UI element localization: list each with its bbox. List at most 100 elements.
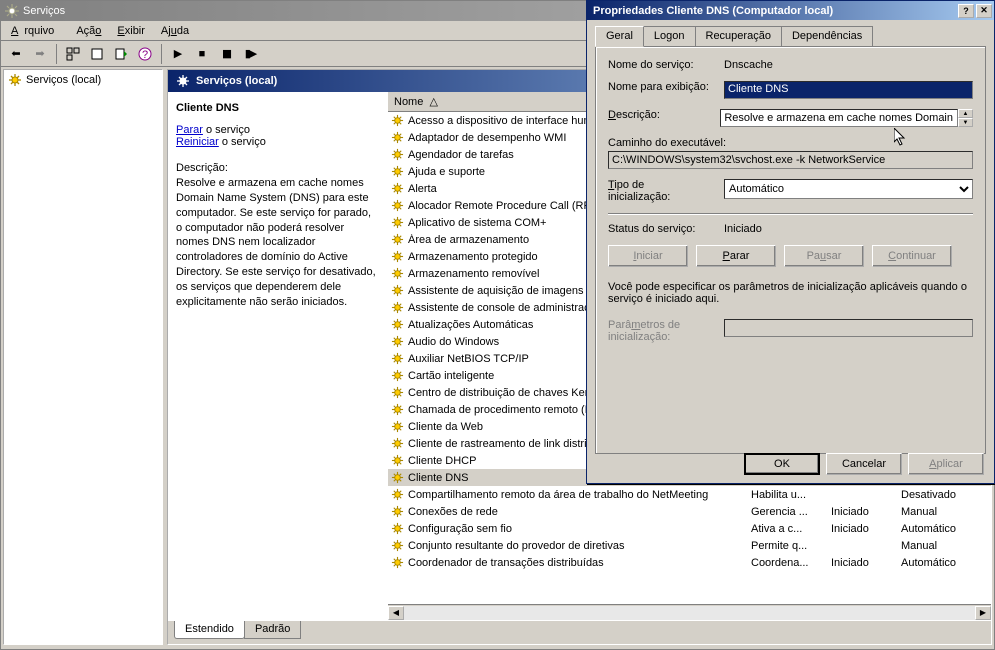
menu-exibir[interactable]: Exibir (111, 23, 151, 39)
properties-button[interactable] (86, 43, 108, 65)
gear-icon (388, 420, 406, 433)
pause-button[interactable]: ▮▮ (215, 43, 237, 65)
help-icon[interactable]: ? (958, 4, 974, 18)
service-row[interactable]: Conjunto resultante do provedor de diret… (388, 537, 991, 554)
content-header-label: Serviços (local) (196, 75, 277, 87)
service-name-cell: Configuração sem fio (406, 523, 751, 535)
dialog-panel: Nome do serviço: Dnscache Nome para exib… (595, 46, 986, 454)
startup-type-select[interactable]: Automático (724, 179, 973, 199)
horizontal-scrollbar[interactable]: ◀ ▶ (388, 604, 991, 620)
gear-icon (388, 505, 406, 518)
gear-icon (388, 471, 406, 484)
gear-icon (388, 216, 406, 229)
menu-acao[interactable]: Ação (70, 23, 107, 39)
tab-dependencias[interactable]: Dependências (781, 26, 873, 46)
service-desc-cell: Gerencia ... (751, 506, 831, 518)
ok-button[interactable]: OK (744, 453, 820, 475)
dialog-titlebar[interactable]: Propriedades Cliente DNS (Computador loc… (587, 1, 994, 20)
description-text: Resolve e armazena em cache nomes Domain… (176, 176, 380, 310)
service-row[interactable]: Coordenador de transações distribuídasCo… (388, 554, 991, 571)
view-tabs: Estendido Padrão (168, 620, 991, 644)
start-params-input (724, 319, 973, 337)
play-button[interactable]: ▶ (167, 43, 189, 65)
service-startup-cell: Automático (901, 557, 991, 569)
label-service-name: Nome do serviço: (608, 59, 718, 71)
startup-note: Você pode especificar os parâmetros de i… (608, 281, 973, 305)
label-start-params: Parâmetros de inicialização: (608, 319, 718, 343)
start-button[interactable]: Iniciar (608, 245, 688, 267)
restart-service-link[interactable]: Reiniciar (176, 136, 219, 148)
services-icon (5, 4, 19, 18)
gear-icon (388, 250, 406, 263)
nav-back-button[interactable]: ⬅ (5, 43, 27, 65)
scroll-right-icon[interactable]: ▶ (975, 606, 991, 620)
gear-icon (388, 539, 406, 552)
tab-extended[interactable]: Estendido (174, 621, 245, 639)
description-spinner[interactable]: ▲▼ (958, 109, 973, 127)
pause-button[interactable]: Pausar (784, 245, 864, 267)
cancel-button[interactable]: Cancelar (826, 453, 902, 475)
service-row[interactable]: Conexões de redeGerencia ...IniciadoManu… (388, 503, 991, 520)
export-button[interactable] (110, 43, 132, 65)
gear-icon (388, 199, 406, 212)
label-startup-type: Tipo deinicialização: (608, 179, 718, 203)
gear-icon (388, 318, 406, 331)
close-icon[interactable]: ✕ (976, 4, 992, 18)
service-desc-cell: Coordena... (751, 557, 831, 569)
value-service-name: Dnscache (724, 59, 973, 71)
display-name-input[interactable]: Cliente DNS (724, 81, 973, 99)
gear-icon (388, 522, 406, 535)
tab-geral[interactable]: Geral (595, 26, 644, 47)
service-row[interactable]: Configuração sem fioAtiva a c...Iniciado… (388, 520, 991, 537)
gear-icon (388, 556, 406, 569)
apply-button[interactable]: Aplicar (908, 453, 984, 475)
gear-icon (388, 403, 406, 416)
properties-dialog: Propriedades Cliente DNS (Computador loc… (586, 0, 995, 484)
gear-icon (388, 301, 406, 314)
window-title: Serviços (23, 5, 65, 17)
service-desc-cell: Ativa a c... (751, 523, 831, 535)
service-status-cell: Iniciado (831, 523, 901, 535)
stop-service-link[interactable]: Parar (176, 124, 203, 136)
stop-button[interactable]: Parar (696, 245, 776, 267)
tab-logon[interactable]: Logon (643, 26, 696, 46)
gear-icon (8, 73, 22, 87)
service-status-cell: Iniciado (831, 506, 901, 518)
service-desc-cell: Permite q... (751, 540, 831, 552)
service-desc-cell: Habilita u... (751, 489, 831, 501)
tab-standard[interactable]: Padrão (244, 621, 301, 639)
gear-icon (388, 352, 406, 365)
scroll-left-icon[interactable]: ◀ (388, 606, 404, 620)
label-service-status: Status do serviço: (608, 223, 718, 235)
tree-root-item[interactable]: Serviços (local) (6, 72, 160, 88)
menu-ajuda[interactable]: Ajuda (155, 23, 195, 39)
selected-service-name: Cliente DNS (176, 102, 380, 114)
nav-fwd-button[interactable]: ➡ (29, 43, 51, 65)
description-input[interactable]: Resolve e armazena em cache nomes Domain (720, 109, 958, 127)
service-startup-cell: Manual (901, 540, 991, 552)
view-tiles-button[interactable] (62, 43, 84, 65)
help-button[interactable]: ? (134, 43, 156, 65)
gear-icon (388, 182, 406, 195)
gear-icon (388, 386, 406, 399)
tab-recuperacao[interactable]: Recuperação (695, 26, 782, 46)
service-row[interactable]: Compartilhamento remoto da área de traba… (388, 486, 991, 503)
continue-button[interactable]: Continuar (872, 245, 952, 267)
gear-icon (388, 454, 406, 467)
exe-path-value: C:\WINDOWS\system32\svchost.exe -k Netwo… (608, 151, 973, 169)
description-label: Descrição: (176, 162, 380, 174)
gear-icon (388, 488, 406, 501)
gear-icon (388, 335, 406, 348)
dialog-tabs: Geral Logon Recuperação Dependências (595, 26, 986, 46)
gear-icon (388, 267, 406, 280)
gear-icon (388, 148, 406, 161)
restart-button[interactable]: ▮▶ (239, 43, 261, 65)
label-description: Descrição: (608, 109, 714, 121)
label-display-name: Nome para exibição: (608, 81, 718, 93)
gear-icon (388, 369, 406, 382)
stop-button[interactable]: ■ (191, 43, 213, 65)
gear-icon (388, 233, 406, 246)
service-name-cell: Conjunto resultante do provedor de diret… (406, 540, 751, 552)
service-name-cell: Conexões de rede (406, 506, 751, 518)
menu-arquivo[interactable]: Arquivo (5, 23, 66, 39)
